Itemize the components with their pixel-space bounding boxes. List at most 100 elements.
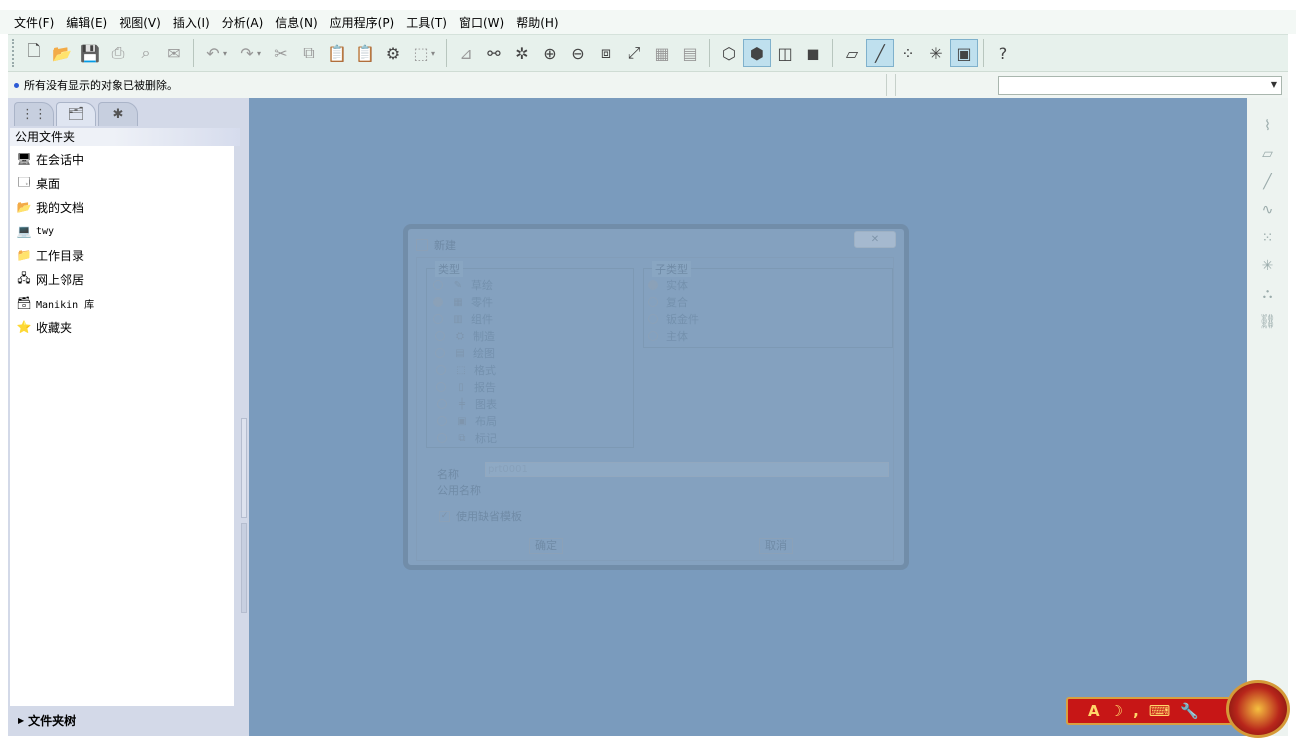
folder-tree-toggle[interactable]: ▶ 文件夹树 (10, 708, 240, 732)
menu-insert[interactable]: 插入(I) (167, 12, 216, 33)
paste-icon[interactable]: 📋 (323, 39, 351, 67)
paste-special-icon[interactable]: 📋 (351, 39, 379, 67)
radio-type-drawing[interactable]: ▤ 绘图 (435, 345, 495, 361)
radio-subtype-bulk[interactable]: 主体 (648, 328, 688, 344)
list-item-documents[interactable]: 📂 我的文档 (10, 195, 234, 219)
menu-file[interactable]: 文件(F) (8, 12, 60, 33)
select-dropdown-icon[interactable]: ▾ (431, 49, 439, 58)
datum-point-icon[interactable]: ⁙ (1256, 224, 1280, 252)
cancel-button[interactable]: 取消 (759, 538, 793, 554)
menu-applications[interactable]: 应用程序(P) (324, 12, 401, 33)
radio-type-assembly[interactable]: ▥ 组件 (433, 311, 493, 327)
datum-points-icon[interactable]: ⁘ (894, 39, 922, 67)
list-item-session[interactable]: 🖥 在会话中 (10, 147, 234, 171)
coordinate-system-icon[interactable]: ✳ (1256, 252, 1280, 280)
list-item-computer[interactable]: 💻 twy (10, 219, 234, 243)
navigator-sash[interactable] (241, 418, 247, 518)
analysis-feature-icon[interactable]: ⛬ (1256, 280, 1280, 308)
menu-edit[interactable]: 编辑(E) (60, 12, 113, 33)
radio-type-sketch[interactable]: ✎ 草绘 (433, 277, 493, 293)
radio-type-diagram[interactable]: ╪ 图表 (437, 396, 497, 412)
no-hidden-icon[interactable]: ◫ (771, 39, 799, 67)
ime-mode-icon[interactable]: A (1088, 702, 1100, 720)
coordinate-systems-icon[interactable]: ✳ (922, 39, 950, 67)
menu-tools[interactable]: 工具(T) (400, 12, 453, 33)
tab-model-tree[interactable]: ⋮⋮ (14, 102, 54, 126)
datum-axes-icon[interactable]: ╱ (866, 39, 894, 67)
zoom-in-icon[interactable]: ⊕ (536, 39, 564, 67)
save-icon[interactable]: 💾 (76, 39, 104, 67)
datum-axis-icon[interactable]: ╱ (1256, 168, 1280, 196)
ime-settings-icon[interactable]: 🔧 (1180, 702, 1199, 720)
list-item-manikin[interactable]: 🗃 Manikin 库 (10, 291, 234, 315)
send-mail-icon[interactable]: ✉ (160, 39, 188, 67)
list-item-desktop[interactable]: 🗔 桌面 (10, 171, 234, 195)
radio-type-layout[interactable]: ▣ 布局 (437, 413, 497, 429)
datum-curve-icon[interactable]: ∿ (1256, 196, 1280, 224)
ime-keyboard-icon[interactable]: ⌨ (1149, 702, 1171, 720)
radio-type-report[interactable]: ▯ 报告 (436, 379, 496, 395)
radio-type-markup[interactable]: ⧉ 标记 (437, 430, 497, 446)
regenerate-icon[interactable]: ⚙ (379, 39, 407, 67)
print-icon[interactable]: ⎙ (104, 39, 132, 67)
menu-view[interactable]: 视图(V) (113, 12, 167, 33)
name-field[interactable]: prt0001 (485, 462, 889, 477)
menu-analysis[interactable]: 分析(A) (216, 12, 270, 33)
open-folder-icon[interactable]: 📂 (48, 39, 76, 67)
ime-toolbar[interactable]: A ☽ , ⌨ 🔧 (1066, 697, 1236, 725)
saved-views-icon[interactable]: ▦ (648, 39, 676, 67)
list-item-favorites[interactable]: ⭐ 收藏夹 (10, 315, 234, 339)
menu-window[interactable]: 窗口(W) (453, 12, 510, 33)
list-item-label: 工作目录 (36, 248, 85, 263)
menu-info[interactable]: 信息(N) (269, 12, 323, 33)
tab-favorites[interactable]: ✱ (98, 102, 138, 126)
wireframe-icon[interactable]: ⬡ (715, 39, 743, 67)
ime-punct-icon[interactable]: , (1133, 702, 1139, 720)
datum-plane-icon[interactable]: ▱ (1256, 140, 1280, 168)
working-dir-icon: 📁 (16, 248, 32, 262)
radio-type-part[interactable]: ▦ 零件 (433, 294, 493, 310)
context-help-icon[interactable]: ? (989, 39, 1017, 67)
radio-subtype-solid[interactable]: 实体 (648, 277, 688, 293)
toolbar-grip[interactable] (12, 39, 16, 67)
radio-type-format[interactable]: ⬚ 格式 (436, 362, 496, 378)
navigator-sash-handle[interactable] (241, 523, 247, 613)
spin-center-icon[interactable]: ✲ (508, 39, 536, 67)
toolbar-separator (709, 39, 710, 67)
radio-subtype-sheetmetal[interactable]: 钣金件 (648, 311, 699, 327)
datum-planes-icon[interactable]: ▱ (838, 39, 866, 67)
reorient-icon[interactable]: ⤢ (620, 39, 648, 67)
radio-subtype-composite[interactable]: 复合 (648, 294, 688, 310)
cut-icon[interactable]: ✂ (267, 39, 295, 67)
folder-tree-label: 文件夹树 (28, 713, 77, 728)
ok-button[interactable]: 确定 (529, 538, 563, 554)
ime-logo[interactable] (1226, 680, 1290, 738)
hidden-line-icon[interactable]: ⬢ (743, 39, 771, 67)
annotations-icon[interactable]: ▣ (950, 39, 978, 67)
close-icon[interactable]: ✕ (854, 231, 896, 248)
undo-dropdown-icon[interactable]: ▾ (223, 49, 231, 58)
link-icon[interactable]: ⛓ (1256, 308, 1280, 336)
copy-icon[interactable]: ⧉ (295, 39, 323, 67)
datum-display-icon[interactable]: ⚯ (480, 39, 508, 67)
sketch-view-icon[interactable]: ⊿ (452, 39, 480, 67)
chevron-down-icon[interactable]: ▼ (1271, 80, 1277, 89)
layers-icon[interactable]: ▤ (676, 39, 704, 67)
ime-moon-icon[interactable]: ☽ (1110, 702, 1123, 720)
shading-icon[interactable]: ◼ (799, 39, 827, 67)
list-item-working-dir[interactable]: 📁 工作目录 (10, 243, 234, 267)
radio-type-manufacturing[interactable]: ⛭ 制造 (435, 328, 495, 344)
tab-folder-browser[interactable]: 🗂 (56, 102, 96, 126)
zoom-out-icon[interactable]: ⊖ (564, 39, 592, 67)
sketch-tool-icon[interactable]: ⌇ (1256, 112, 1280, 140)
menu-help[interactable]: 帮助(H) (510, 12, 564, 33)
redo-dropdown-icon[interactable]: ▾ (257, 49, 265, 58)
use-default-template-checkbox[interactable]: ✓ 使用缺省模板 (439, 508, 522, 524)
new-file-icon[interactable]: 🗋 (20, 39, 48, 67)
folder-list: 🖥 在会话中 🗔 桌面 📂 我的文档 💻 twy 📁 工作目录 🖧 网上邻居 🗃… (10, 146, 234, 706)
message-splitter[interactable] (886, 74, 896, 96)
list-item-network[interactable]: 🖧 网上邻居 (10, 267, 234, 291)
filter-select[interactable]: ▼ (998, 76, 1282, 95)
print-preview-icon[interactable]: ⌕ (132, 39, 160, 67)
refit-icon[interactable]: ⧈ (592, 39, 620, 67)
